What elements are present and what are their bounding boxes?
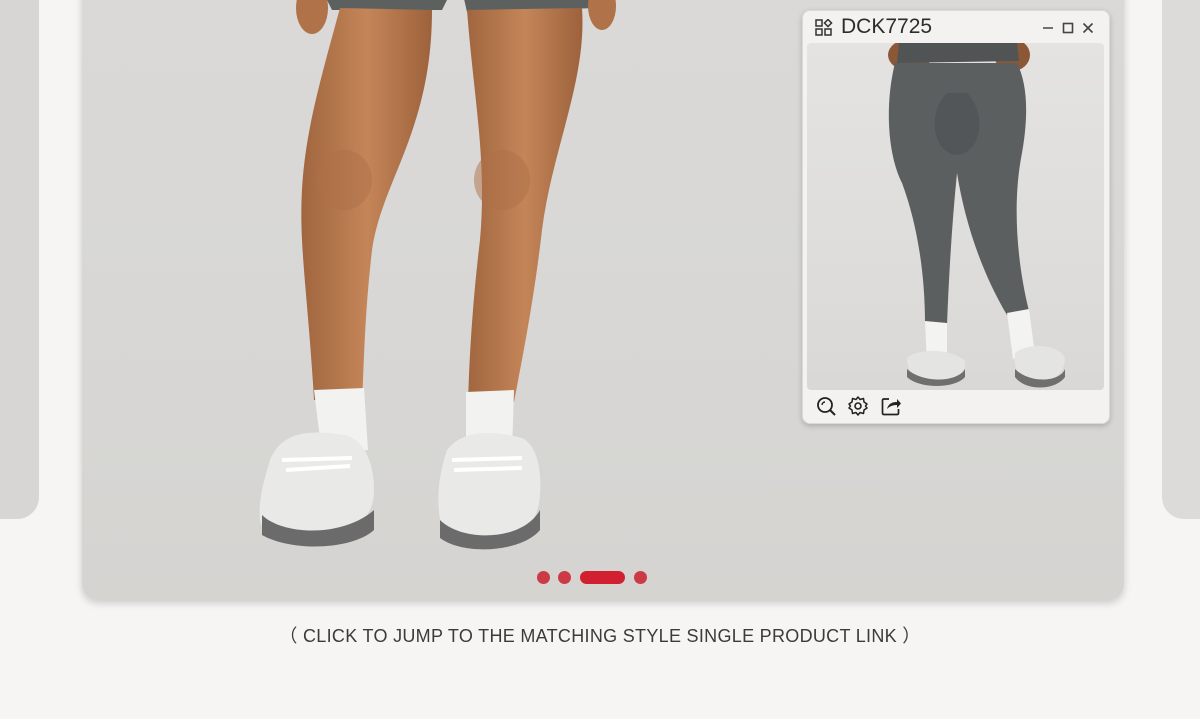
popup-title: DCK7725 — [841, 15, 933, 38]
carousel-dot-1[interactable] — [537, 571, 550, 584]
popup-product-image — [807, 43, 1104, 390]
product-popup-window[interactable]: DCK7725 — [802, 10, 1110, 424]
next-slide-card[interactable] — [1162, 0, 1200, 519]
previous-slide-card[interactable] — [0, 0, 39, 519]
carousel-dot-3-active[interactable] — [580, 571, 625, 584]
close-icon[interactable] — [1080, 20, 1096, 36]
minimize-icon[interactable] — [1040, 20, 1056, 36]
carousel-dot-4[interactable] — [634, 571, 647, 584]
matching-style-link[interactable]: （ CLICK TO JUMP TO THE MATCHING STYLE SI… — [0, 622, 1200, 648]
gear-icon[interactable] — [847, 395, 869, 417]
grid-icon — [815, 19, 833, 36]
carousel-dot-2[interactable] — [558, 571, 571, 584]
zoom-icon[interactable] — [815, 395, 837, 417]
maximize-icon[interactable] — [1060, 20, 1076, 36]
share-icon[interactable] — [880, 395, 902, 417]
